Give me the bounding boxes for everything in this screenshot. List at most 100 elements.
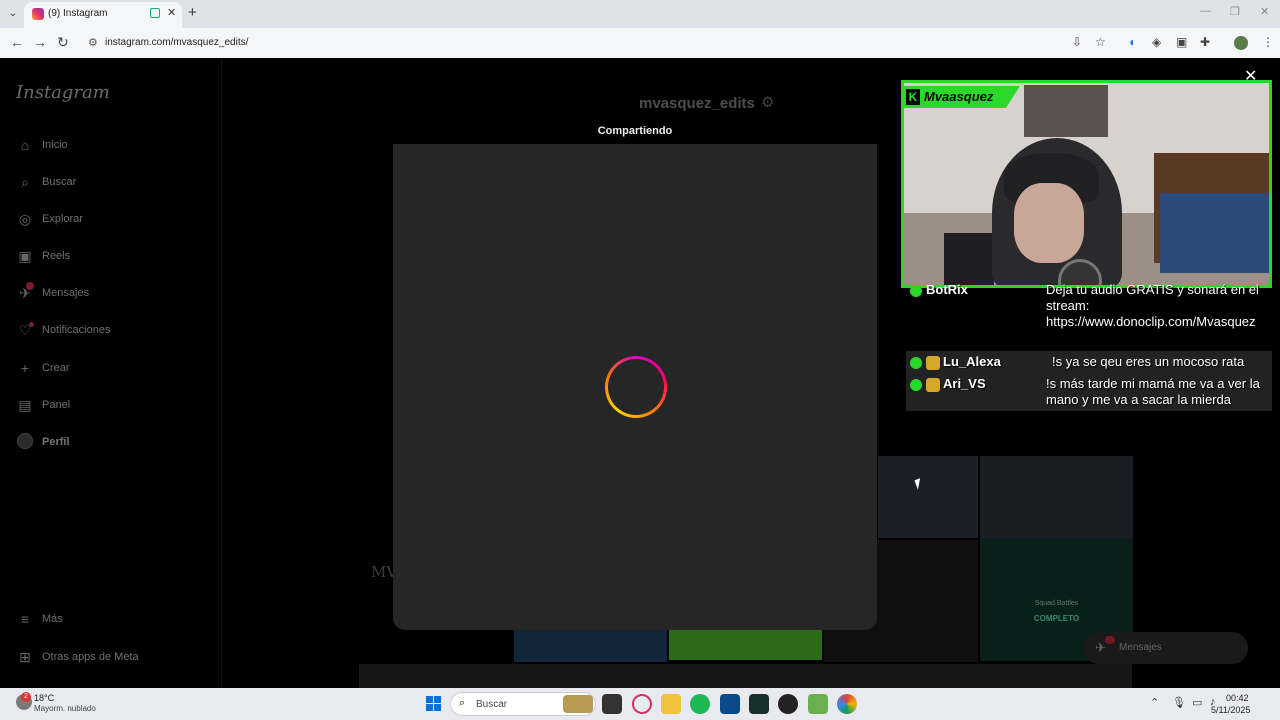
extension-box-icon[interactable]: ▣: [1176, 35, 1187, 49]
extensions-puzzle-icon[interactable]: ✚: [1200, 35, 1210, 49]
forward-icon[interactable]: →: [33, 34, 47, 50]
streamer-webcam: [901, 80, 1272, 288]
chat-sender: Ari_VS: [910, 376, 986, 392]
maximize-icon[interactable]: ❐: [1230, 5, 1240, 18]
post-thumbnail[interactable]: [980, 456, 1133, 538]
loading-spinner-icon: [605, 356, 667, 418]
messenger-icon: ✈: [16, 281, 34, 302]
messages-pill[interactable]: ✈ Mensajes: [1083, 632, 1248, 664]
reload-icon[interactable]: ↻: [57, 34, 69, 51]
windows-start-icon[interactable]: [426, 696, 442, 712]
instagram-favicon-icon: [32, 8, 44, 20]
reels-icon: ▣: [18, 247, 32, 264]
new-tab-icon[interactable]: +: [188, 4, 197, 21]
chat-badge-icon: [926, 355, 940, 370]
task-view-icon[interactable]: [602, 694, 622, 714]
browser-tab-bar: ⌄ (9) Instagram ✕ + — ❐ ✕: [0, 0, 1280, 28]
messenger-icon: ✈: [1095, 640, 1106, 655]
sidebar-item-mas[interactable]: ≡ Más: [16, 609, 63, 629]
sidebar-item-label: Mensajes: [42, 287, 90, 299]
media-playing-icon[interactable]: [150, 8, 160, 18]
spotify-icon[interactable]: [690, 694, 710, 714]
window-close-icon[interactable]: ✕: [1260, 5, 1269, 18]
taskbar: 2 18°C Mayorm. nublado ⌕ Buscar ⌃ 🎙 ▭ ♪ …: [0, 688, 1280, 720]
minimize-icon[interactable]: —: [1200, 5, 1211, 17]
sidebar-item-label: Inicio: [42, 139, 68, 151]
streamer-name-tag: K Mvaasquez: [902, 86, 1020, 108]
sidebar-item-explorar[interactable]: ◎ Explorar: [16, 209, 83, 229]
extension-icon[interactable]: ◖: [1128, 35, 1135, 49]
profile-avatar-icon[interactable]: [1234, 36, 1248, 50]
heart-icon: ♡: [16, 321, 34, 339]
sidebar-item-perfil[interactable]: Perfil: [16, 432, 70, 452]
sidebar-item-reels[interactable]: ▣ Reels: [16, 246, 70, 266]
compass-icon: ◎: [18, 210, 32, 227]
plus-icon: +: [20, 360, 30, 376]
store-icon[interactable]: [720, 694, 740, 714]
sidebar-item-label: Buscar: [42, 176, 77, 188]
search-highlight-icon: [563, 695, 593, 713]
meta-apps-icon: ⊞: [19, 648, 31, 665]
weather-badge: 2: [21, 692, 31, 702]
sidebar-item-panel[interactable]: ▤ Panel: [16, 395, 70, 415]
sidebar-item-inicio[interactable]: ⌂ Inicio: [16, 135, 68, 155]
chat-message: Ari_VS !s más tarde mi mamá me va a ver …: [906, 373, 1272, 411]
terminal-icon[interactable]: [749, 694, 769, 714]
opera-icon[interactable]: [632, 694, 652, 714]
sidebar: Instagram ⌂ Inicio ⌕ Buscar ◎ Explorar ▣…: [0, 58, 222, 688]
sidebar-item-buscar[interactable]: ⌕ Buscar: [16, 172, 76, 192]
network-icon[interactable]: ▭: [1192, 696, 1202, 709]
url-input[interactable]: ⚙ instagram.com/mvasquez_edits/: [80, 31, 1120, 55]
chrome-icon[interactable]: [837, 694, 857, 714]
chat-username: Lu_Alexa: [943, 354, 1001, 369]
sidebar-item-label: Crear: [42, 362, 70, 374]
post-thumbnail[interactable]: [878, 456, 978, 538]
search-icon: ⌕: [459, 697, 466, 709]
sidebar-item-label: Explorar: [42, 213, 83, 225]
clock-time[interactable]: 00:42: [1226, 693, 1249, 703]
bookmark-star-icon[interactable]: ☆: [1095, 35, 1106, 49]
weather-description: Mayorm. nublado: [34, 704, 96, 713]
tab-title: (9) Instagram: [48, 8, 108, 19]
post-thumbnail[interactable]: [514, 630, 667, 662]
game-icon[interactable]: [808, 694, 828, 714]
browser-tab[interactable]: (9) Instagram ✕: [24, 2, 182, 28]
browser-menu-icon[interactable]: ⋮: [1262, 35, 1274, 49]
sidebar-item-label: Reels: [42, 250, 71, 262]
site-info-icon[interactable]: ⚙: [88, 36, 98, 49]
settings-gear-icon[interactable]: ⚙: [761, 93, 774, 111]
chat-badge-icon: [910, 356, 922, 369]
taskbar-search-input[interactable]: ⌕ Buscar: [450, 692, 596, 716]
back-icon[interactable]: ←: [10, 34, 24, 50]
tab-close-icon[interactable]: ✕: [167, 6, 176, 19]
instagram-page: Instagram ⌂ Inicio ⌕ Buscar ◎ Explorar ▣…: [0, 58, 1280, 688]
sidebar-item-meta-apps[interactable]: ⊞ Otras apps de Meta: [16, 647, 138, 667]
notification-dot: [26, 281, 34, 290]
instagram-logo[interactable]: Instagram: [16, 82, 110, 103]
sidebar-item-crear[interactable]: + Crear: [16, 358, 70, 378]
obs-icon[interactable]: [778, 694, 798, 714]
file-explorer-icon[interactable]: [661, 694, 681, 714]
notification-dot: [29, 321, 34, 327]
avatar-icon: [16, 432, 34, 452]
sidebar-item-label: Perfil: [42, 436, 70, 448]
sidebar-item-notificaciones[interactable]: ♡ Notificaciones: [16, 320, 110, 340]
streamer-name: Mvaasquez: [924, 89, 994, 104]
tab-search-icon[interactable]: ⌄: [4, 5, 22, 23]
chat-badge-icon: [910, 284, 922, 297]
microphone-icon[interactable]: 🎙: [1172, 696, 1186, 709]
kick-logo-icon: K: [906, 89, 920, 105]
extension-shield-icon[interactable]: ◈: [1152, 35, 1161, 49]
post-thumbnail[interactable]: [669, 628, 822, 660]
chat-message-text: !s ya se qeu eres un mocoso rata: [1052, 354, 1245, 369]
sidebar-item-mensajes[interactable]: ✈ Mensajes: [16, 281, 90, 303]
chart-icon: ▤: [18, 396, 32, 413]
clock-date[interactable]: 5/11/2025: [1211, 705, 1250, 715]
chat-message: Lu_Alexa !s ya se qeu eres un mocoso rat…: [906, 351, 1272, 373]
home-icon: ⌂: [20, 137, 30, 153]
post-thumbnail-row[interactable]: [359, 664, 1132, 688]
install-app-icon[interactable]: ⇩: [1072, 35, 1082, 49]
tray-expand-icon[interactable]: ⌃: [1150, 696, 1159, 709]
chat-badge-icon: [926, 377, 940, 392]
sharing-modal: [393, 144, 877, 630]
